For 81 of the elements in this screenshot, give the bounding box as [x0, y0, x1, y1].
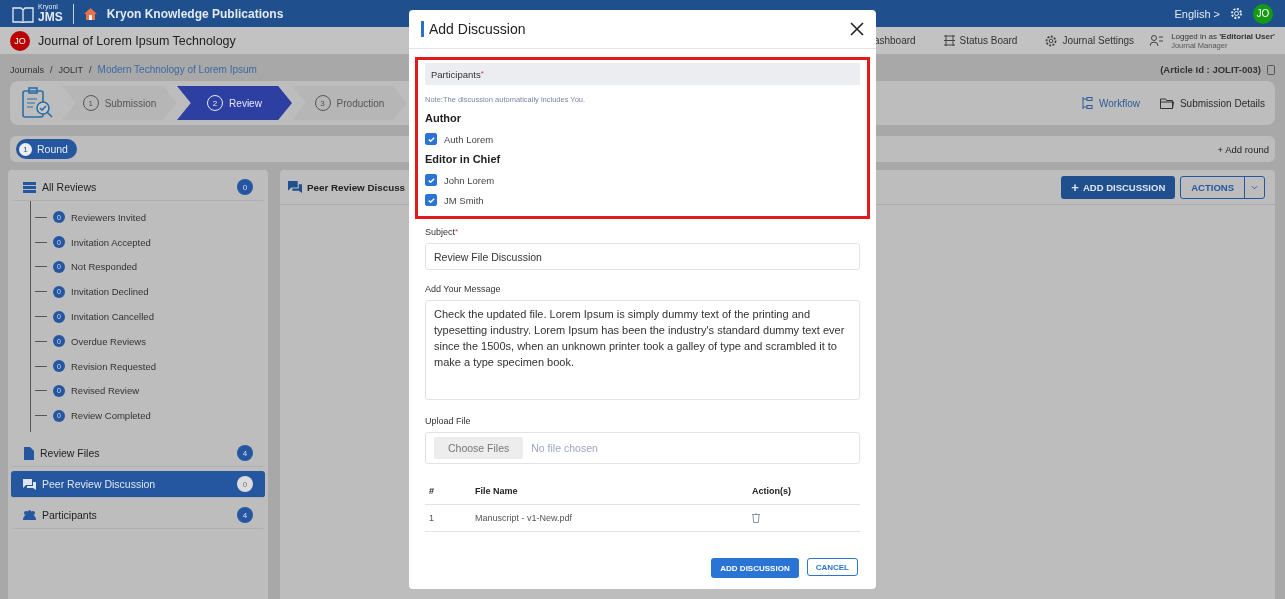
nav-link[interactable]: ashboard — [873, 35, 916, 46]
settings-icon[interactable] — [1230, 7, 1243, 20]
step-tab[interactable]: 2 Review — [177, 86, 292, 120]
step-tab[interactable]: 1 Submission — [62, 86, 177, 120]
board-icon — [943, 35, 955, 46]
sidebar-item[interactable]: Peer Review Discussion 0 — [11, 471, 265, 499]
group-heading: Editor in Chief — [425, 153, 502, 165]
article-id: (Article Id : JOLIT-003) — [1160, 64, 1261, 75]
journal-title: Journal of Lorem Ipsum Technology — [38, 33, 236, 48]
chat-icon — [23, 478, 36, 490]
choose-files-button[interactable]: Choose Files — [434, 437, 524, 459]
user-avatar[interactable]: JO — [1253, 3, 1273, 24]
publisher-name: Kryon Knowledge Publications — [106, 6, 284, 21]
book-logo-icon — [12, 4, 34, 23]
table-cell: 1 — [425, 505, 471, 532]
journal-badge: JO — [10, 30, 30, 51]
add-discussion-button[interactable]: + ADD DISCUSSION — [1061, 175, 1176, 199]
review-status-item[interactable]: Review Completed — [71, 410, 151, 422]
review-status-item[interactable]: Reviewers Invited — [71, 211, 146, 223]
table-cell: Manuscript - v1-New.pdf — [471, 505, 748, 532]
workflow-link[interactable]: Workflow — [1099, 97, 1140, 109]
language-selector[interactable]: English > — [1174, 7, 1220, 20]
sidebar-item[interactable]: Participants 4 — [11, 502, 265, 530]
caret-icon — [1251, 184, 1258, 190]
cancel-button[interactable]: CANCEL — [806, 558, 858, 576]
close-button[interactable] — [850, 22, 864, 36]
review-status-item[interactable]: Invitation Declined — [71, 286, 149, 298]
trash-icon[interactable] — [752, 513, 760, 523]
users-icon — [23, 510, 36, 521]
column-header: Action(s) — [748, 478, 860, 505]
review-status-item[interactable]: Revised Review — [71, 385, 140, 397]
checkbox[interactable] — [425, 174, 437, 186]
field-label: Add Your Message — [425, 284, 502, 294]
column-header: # — [425, 478, 471, 505]
folder-icon — [1159, 97, 1174, 109]
field-label: Subject* — [425, 227, 460, 237]
add-round-link[interactable]: + Add round — [1217, 143, 1269, 155]
breadcrumb[interactable]: Journals — [10, 64, 45, 75]
review-status-item[interactable]: Revision Requested — [71, 360, 157, 372]
message-field[interactable]: Check the updated file. Lorem Ipsum is simply dummy text of the printing and typesetting industry. Lorem Ipsum has been the industry's standard dummy text ever since the 1500s, when an unknown printer took a galley of type and scrambled it to make a type specimen book. — [425, 300, 860, 400]
sidebar-item[interactable]: Review Files 4 — [11, 440, 265, 468]
nav-link[interactable]: Journal Settings — [1062, 35, 1135, 46]
field-label: Participants* — [431, 68, 484, 80]
review-status-item[interactable]: Overdue Reviews — [71, 335, 146, 347]
gear-icon — [1045, 34, 1058, 47]
file-field[interactable]: Choose Files No file chosen — [425, 432, 860, 464]
sidebar-item[interactable]: All Reviews — [42, 181, 97, 193]
column-header: File Name — [471, 478, 748, 505]
logged-in-text: Logged in as 'Editorial User' — [1171, 31, 1275, 41]
submission-details-link[interactable]: Submission Details — [1179, 97, 1265, 109]
add-discussion-button[interactable]: ADD DISCUSSION — [711, 558, 799, 578]
participant-name: John Lorem — [444, 174, 495, 186]
dialog-title: Add Discussion — [421, 21, 526, 37]
workflow-icon — [1082, 96, 1093, 110]
review-status-item[interactable]: Not Responded — [71, 261, 138, 273]
participant-name: Auth Lorem — [444, 133, 494, 145]
copy-icon[interactable] — [1267, 64, 1275, 75]
review-status-item[interactable]: Invitation Accepted — [71, 236, 151, 248]
home-icon[interactable] — [83, 7, 97, 20]
panel-title: Peer Review Discuss — [307, 181, 406, 193]
clipboard-check-icon — [20, 86, 54, 120]
subject-field[interactable]: Review File Discussion — [425, 243, 860, 270]
breadcrumb-separator: / — [89, 64, 92, 75]
file-status: No file chosen — [531, 442, 598, 454]
nav-link[interactable]: Status Board — [959, 35, 1018, 46]
logo-text: JMS — [38, 10, 63, 24]
breadcrumb-separator: / — [50, 64, 53, 75]
checkbox[interactable] — [425, 194, 437, 206]
count-badge: 0 — [237, 179, 253, 195]
list-icon — [23, 181, 36, 193]
review-status-item[interactable]: Invitation Cancelled — [71, 311, 154, 323]
file-icon — [23, 446, 34, 460]
breadcrumb[interactable]: JOLIT — [58, 64, 84, 75]
field-label: Upload File — [425, 416, 472, 426]
user-switch-icon — [1150, 34, 1164, 47]
checkbox[interactable] — [425, 133, 437, 145]
round-tab[interactable]: 1 Round — [16, 139, 77, 159]
chat-icon — [288, 181, 302, 193]
group-heading: Author — [425, 112, 463, 124]
participant-name: JM Smith — [444, 194, 484, 206]
step-tab[interactable]: 3 Production — [292, 86, 407, 120]
